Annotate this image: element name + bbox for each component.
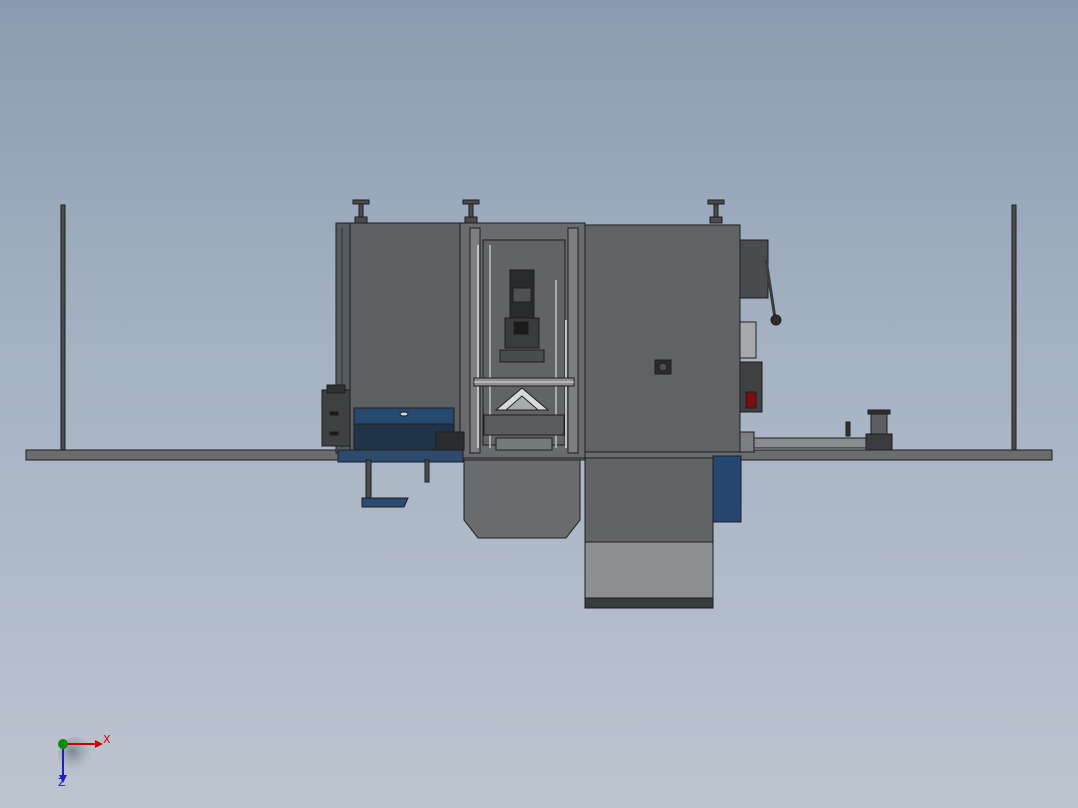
axis-x-label: X xyxy=(103,733,111,746)
top-jack-screw-left xyxy=(352,199,370,224)
top-jack-screw-right xyxy=(707,199,725,224)
left-post xyxy=(60,204,66,453)
cad-graphics-viewport[interactable]: X Z xyxy=(0,0,1078,808)
lever-knob xyxy=(770,314,782,326)
lower-right-panel-lower xyxy=(584,541,714,601)
machine-assembly-model[interactable] xyxy=(0,0,1078,808)
red-handle xyxy=(745,391,757,409)
axis-z-label: Z xyxy=(58,776,66,789)
left-controller-box xyxy=(321,389,351,447)
right-post xyxy=(1011,204,1017,453)
lower-hopper xyxy=(463,459,581,539)
lower-right-panel-upper xyxy=(584,457,714,543)
blue-tray xyxy=(353,407,455,427)
orientation-triad: X Z xyxy=(40,725,130,800)
right-rail-stop xyxy=(865,433,893,451)
right-main-cabinet xyxy=(584,224,741,453)
triad-axes-icon xyxy=(58,737,103,783)
motor-housing xyxy=(739,239,769,299)
left-foot-bracket xyxy=(361,497,409,508)
right-slide-rail xyxy=(753,437,873,449)
top-jack-screw-middle xyxy=(462,199,480,224)
